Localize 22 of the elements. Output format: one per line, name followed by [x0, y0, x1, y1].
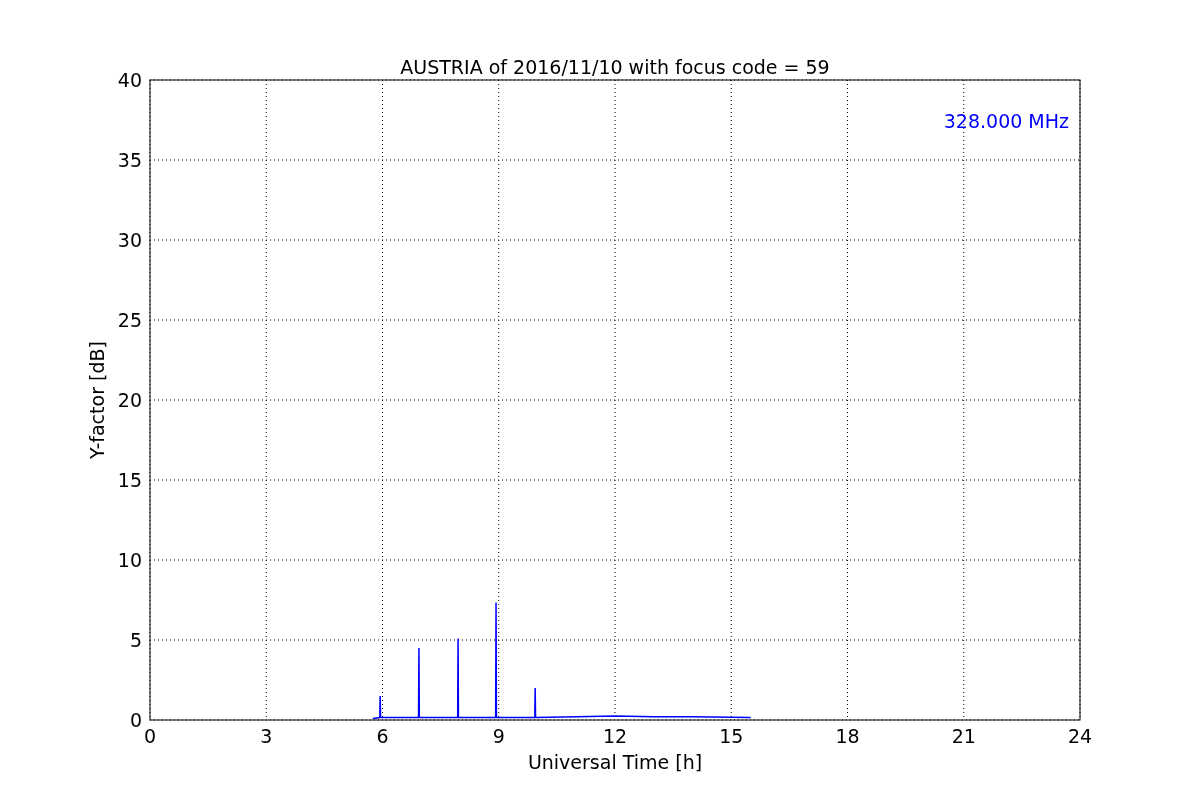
y-axis-label: Y-factor [dB]: [86, 341, 108, 459]
y-tick-label: 30: [117, 229, 142, 251]
y-tick-label: 15: [117, 469, 142, 491]
y-tick-label: 35: [117, 149, 142, 171]
x-tick-label: 15: [719, 725, 744, 747]
x-tick-label: 6: [376, 725, 389, 747]
series-label: 328.000 MHz: [943, 110, 1069, 132]
y-tick-label: 10: [117, 549, 142, 571]
chart-title: AUSTRIA of 2016/11/10 with focus code = 59: [400, 56, 830, 78]
x-axis-label: Universal Time [h]: [527, 751, 703, 773]
y-tick-label: 25: [117, 309, 142, 331]
x-tick-label: 9: [492, 725, 505, 747]
x-tick-label: 24: [1067, 725, 1093, 747]
y-tick-label: 40: [117, 69, 142, 91]
x-tick-label: 18: [835, 725, 860, 747]
y-tick-label: 20: [117, 389, 142, 411]
x-tick-label: 3: [260, 725, 273, 747]
y-tick-label: 0: [129, 709, 142, 731]
x-tick-label: 21: [951, 725, 976, 747]
y-tick-label: 5: [129, 629, 142, 651]
x-tick-label: 12: [602, 725, 628, 747]
x-tick-label: 0: [143, 725, 157, 747]
